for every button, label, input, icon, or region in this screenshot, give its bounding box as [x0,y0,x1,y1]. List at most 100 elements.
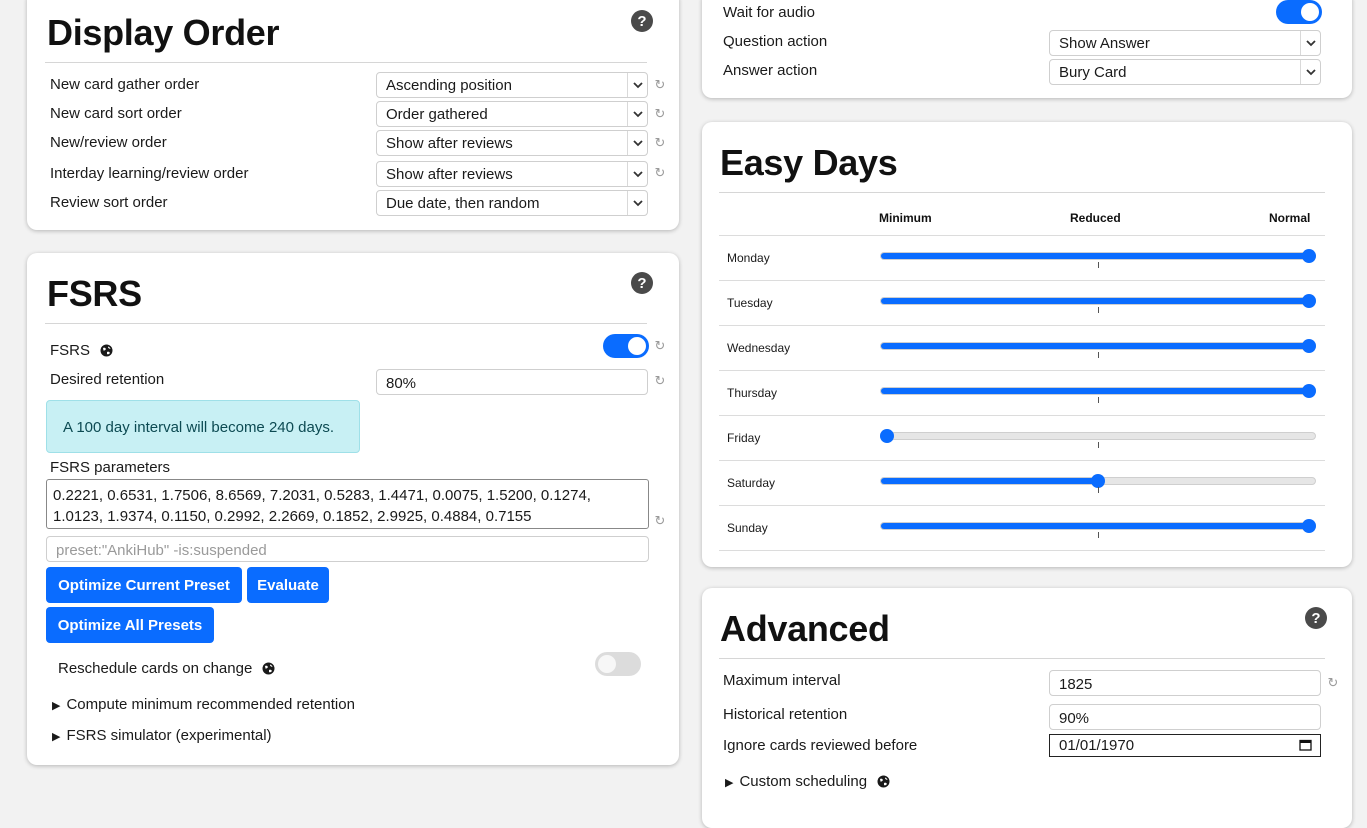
easy-day-slider[interactable] [880,474,1316,488]
disclosure-triangle-icon: ▶ [725,777,734,789]
evaluate-button[interactable]: Evaluate [247,567,329,603]
slider-fill [881,253,1315,259]
fsrs-toggle[interactable] [603,334,649,358]
review-sort-select[interactable]: Due date, then random [376,190,648,216]
wait-audio-toggle[interactable] [1276,0,1322,24]
slider-tick [1098,352,1099,358]
revert-icon[interactable]: ↻ [653,373,667,388]
easy-day-slider[interactable] [880,339,1316,353]
advanced-card: Advanced ? Maximum interval 1825 ↻ Histo… [702,588,1352,828]
row-divider [719,370,1325,371]
day-label: Wednesday [727,341,791,355]
easy-day-slider[interactable] [880,249,1316,263]
revert-icon[interactable]: ↻ [653,106,667,121]
max-interval-label: Maximum interval [723,672,841,689]
display-order-card: Display Order ? New card gather order As… [27,0,679,230]
calendar-icon[interactable] [1299,739,1312,751]
custom-scheduling-text: Custom scheduling [739,773,868,790]
easy-day-slider[interactable] [880,294,1316,308]
column-reduced: Reduced [1070,211,1121,225]
gather-order-select[interactable]: Ascending position [376,72,648,98]
fsrs-toggle-label: FSRS [50,342,113,359]
retention-input[interactable]: 80% [376,369,648,395]
ignore-before-date-input[interactable]: 01/01/1970 [1049,734,1321,757]
select-value: Show Answer [1059,35,1150,52]
slider-thumb[interactable] [1091,474,1105,488]
globe-icon [262,662,275,675]
revert-icon[interactable]: ↻ [653,135,667,150]
easy-day-slider[interactable] [880,384,1316,398]
revert-icon[interactable]: ↻ [653,165,667,180]
optimize-all-button[interactable]: Optimize All Presets [46,607,214,643]
params-text: 0.2221, 0.6531, 1.7506, 8.6569, 7.2031, … [53,487,591,525]
fsrs-label-text: FSRS [50,342,91,359]
slider-thumb[interactable] [1302,294,1316,308]
slider-tick [1098,532,1099,538]
easy-day-slider[interactable] [880,429,1316,443]
sort-order-select[interactable]: Order gathered [376,101,648,127]
revert-icon[interactable]: ↻ [653,513,667,528]
row-divider [719,550,1325,551]
globe-icon [100,344,113,357]
chevron-down-icon [627,102,647,126]
fsrs-title: FSRS [47,273,142,314]
wait-audio-label: Wait for audio [723,4,815,21]
revert-icon[interactable]: ↻ [1326,675,1340,690]
chevron-down-icon [1300,60,1320,84]
help-icon[interactable]: ? [631,272,653,294]
interday-order-select[interactable]: Show after reviews [376,161,648,187]
divider [45,323,647,324]
row-label: Review sort order [50,194,168,211]
disclosure-triangle-icon: ▶ [52,731,61,743]
slider-tick [1098,487,1099,493]
preset-search-input[interactable]: preset:"AnkiHub" -is:suspended [46,536,649,562]
row-label: New card gather order [50,76,200,93]
day-label: Thursday [727,386,778,400]
revert-icon[interactable]: ↻ [653,77,667,92]
chevron-down-icon [1300,31,1320,55]
answer-action-select[interactable]: Bury Card [1049,59,1321,85]
disclosure-triangle-icon: ▶ [52,700,61,712]
ignore-before-label: Ignore cards reviewed before [723,737,918,754]
reschedule-toggle[interactable] [595,652,641,676]
reschedule-text: Reschedule cards on change [58,660,253,677]
advanced-title: Advanced [720,608,890,649]
divider [719,235,1325,236]
slider-thumb[interactable] [880,429,894,443]
slider-thumb[interactable] [1302,339,1316,353]
revert-icon[interactable]: ↻ [653,338,667,353]
slider-thumb[interactable] [1302,519,1316,533]
question-action-select[interactable]: Show Answer [1049,30,1321,56]
row-divider [719,460,1325,461]
select-value: Bury Card [1059,64,1127,81]
params-textarea[interactable]: 0.2221, 0.6531, 1.7506, 8.6569, 7.2031, … [46,479,649,529]
audio-card: Wait for audio Question action Show Answ… [702,0,1352,98]
new-review-order-select[interactable]: Show after reviews [376,130,648,156]
simulator-disclosure[interactable]: ▶ FSRS simulator (experimental) [52,727,272,744]
easy-day-slider[interactable] [880,519,1316,533]
row-divider [719,325,1325,326]
params-label: FSRS parameters [50,459,171,476]
select-value: Show after reviews [386,135,513,152]
column-normal: Normal [1269,211,1311,225]
chevron-down-icon [627,191,647,215]
slider-thumb[interactable] [1302,384,1316,398]
slider-tick [1098,442,1099,448]
row-divider [719,415,1325,416]
slider-thumb[interactable] [1302,249,1316,263]
retention-info-text: A 100 day interval will become 240 days. [63,419,334,436]
help-icon[interactable]: ? [631,10,653,32]
divider [45,62,647,63]
compute-min-disclosure[interactable]: ▶ Compute minimum recommended retention [52,696,355,713]
reschedule-label: Reschedule cards on change [58,660,275,677]
help-icon[interactable]: ? [1305,607,1327,629]
row-label: Interday learning/review order [50,165,249,182]
hist-retention-input[interactable]: 90% [1049,704,1321,730]
display-order-title: Display Order [47,12,280,53]
select-value: Order gathered [386,106,488,123]
max-interval-input[interactable]: 1825 [1049,670,1321,696]
retention-label: Desired retention [50,371,165,388]
custom-scheduling-disclosure[interactable]: ▶ Custom scheduling [725,773,890,790]
slider-fill [881,388,1315,394]
optimize-current-button[interactable]: Optimize Current Preset [46,567,242,603]
